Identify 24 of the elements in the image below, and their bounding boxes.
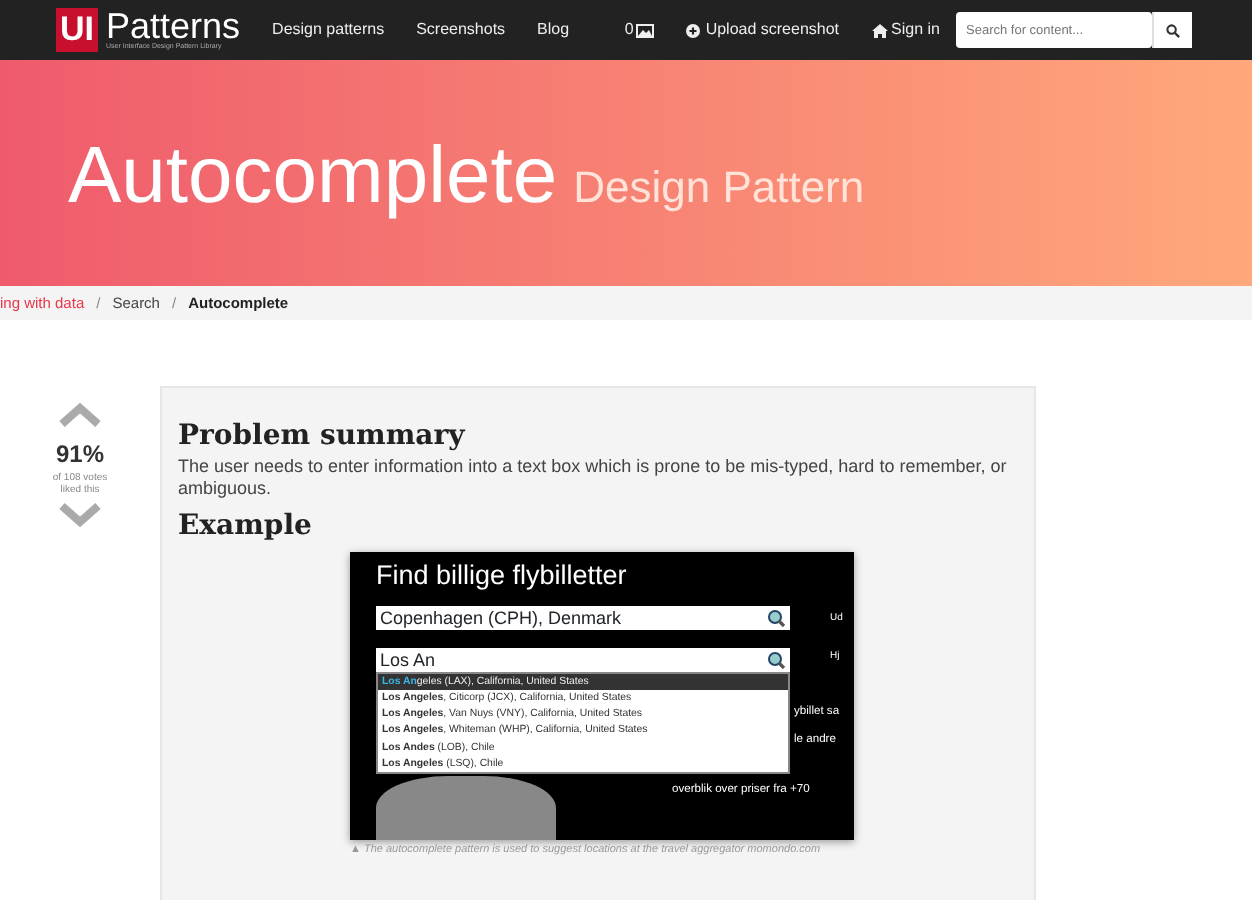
field-value: Copenhagen (CPH), Denmark xyxy=(380,605,622,630)
sign-in-link[interactable]: Sign in xyxy=(871,18,940,42)
vote-percentage: 91% xyxy=(55,438,105,472)
example-heading: Example xyxy=(178,509,314,544)
screenshot-title: Find billige flybilletter xyxy=(374,557,629,594)
screenshot-count-link[interactable]: 0 xyxy=(624,18,654,42)
image-icon xyxy=(635,23,654,37)
home-icon xyxy=(871,23,888,37)
problem-heading: Problem summary xyxy=(178,420,468,454)
page-subtitle: Design Pattern xyxy=(573,160,865,216)
nav-link[interactable]: Design patterns xyxy=(272,18,385,42)
field-value: Los An xyxy=(380,647,436,672)
page-title: Autocomplete xyxy=(68,130,558,224)
nav-link[interactable]: Screenshots xyxy=(416,18,506,42)
upload-screenshot-link[interactable]: Upload screenshot xyxy=(685,18,840,42)
logo-mark[interactable]: UI xyxy=(56,8,98,52)
plus-circle-icon xyxy=(685,23,700,37)
magnifier-icon[interactable] xyxy=(766,607,786,628)
nav-link[interactable]: Blog xyxy=(537,18,570,42)
search-button[interactable] xyxy=(1152,12,1192,48)
logo-text[interactable]: Patterns xyxy=(106,10,241,42)
problem-text: The user needs to enter information into a text box which is prone to be mis-typed, hard to remember, or ambiguous. xyxy=(178,455,1009,500)
magnifier-icon[interactable] xyxy=(766,649,786,670)
search-icon xyxy=(1166,24,1180,39)
